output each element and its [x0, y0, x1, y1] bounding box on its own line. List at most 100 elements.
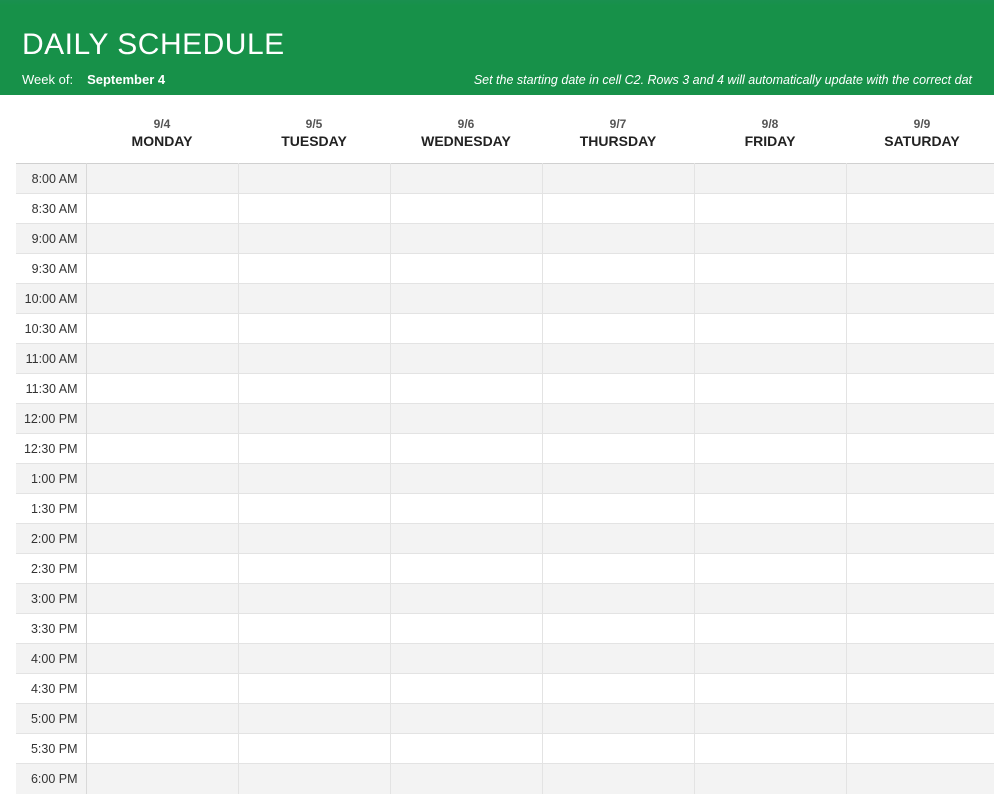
schedule-cell[interactable] — [694, 254, 846, 284]
schedule-cell[interactable] — [86, 464, 238, 494]
schedule-cell[interactable] — [390, 194, 542, 224]
schedule-cell[interactable] — [238, 614, 390, 644]
schedule-cell[interactable] — [542, 524, 694, 554]
schedule-cell[interactable] — [846, 224, 994, 254]
schedule-cell[interactable] — [694, 704, 846, 734]
schedule-cell[interactable] — [542, 494, 694, 524]
schedule-cell[interactable] — [238, 374, 390, 404]
schedule-cell[interactable] — [846, 164, 994, 194]
schedule-cell[interactable] — [846, 254, 994, 284]
schedule-cell[interactable] — [238, 494, 390, 524]
schedule-cell[interactable] — [694, 644, 846, 674]
schedule-cell[interactable] — [542, 194, 694, 224]
schedule-cell[interactable] — [694, 224, 846, 254]
schedule-cell[interactable] — [390, 374, 542, 404]
schedule-cell[interactable] — [542, 164, 694, 194]
schedule-cell[interactable] — [390, 554, 542, 584]
schedule-cell[interactable] — [846, 644, 994, 674]
schedule-cell[interactable] — [238, 314, 390, 344]
schedule-cell[interactable] — [238, 224, 390, 254]
schedule-cell[interactable] — [542, 614, 694, 644]
schedule-cell[interactable] — [86, 374, 238, 404]
schedule-cell[interactable] — [542, 734, 694, 764]
schedule-cell[interactable] — [542, 374, 694, 404]
schedule-cell[interactable] — [846, 344, 994, 374]
schedule-cell[interactable] — [542, 224, 694, 254]
schedule-cell[interactable] — [694, 554, 846, 584]
schedule-cell[interactable] — [694, 584, 846, 614]
schedule-cell[interactable] — [86, 224, 238, 254]
schedule-cell[interactable] — [86, 524, 238, 554]
schedule-cell[interactable] — [390, 734, 542, 764]
schedule-cell[interactable] — [542, 314, 694, 344]
schedule-cell[interactable] — [694, 164, 846, 194]
schedule-cell[interactable] — [542, 254, 694, 284]
schedule-cell[interactable] — [390, 494, 542, 524]
schedule-cell[interactable] — [86, 704, 238, 734]
schedule-cell[interactable] — [390, 434, 542, 464]
schedule-cell[interactable] — [694, 404, 846, 434]
schedule-cell[interactable] — [390, 344, 542, 374]
schedule-cell[interactable] — [694, 524, 846, 554]
schedule-cell[interactable] — [238, 194, 390, 224]
schedule-cell[interactable] — [86, 314, 238, 344]
schedule-cell[interactable] — [542, 554, 694, 584]
schedule-cell[interactable] — [238, 734, 390, 764]
schedule-cell[interactable] — [390, 254, 542, 284]
schedule-cell[interactable] — [846, 284, 994, 314]
schedule-cell[interactable] — [86, 644, 238, 674]
schedule-cell[interactable] — [846, 734, 994, 764]
schedule-cell[interactable] — [390, 644, 542, 674]
schedule-cell[interactable] — [694, 464, 846, 494]
schedule-cell[interactable] — [390, 704, 542, 734]
schedule-cell[interactable] — [846, 194, 994, 224]
schedule-cell[interactable] — [694, 374, 846, 404]
schedule-cell[interactable] — [86, 344, 238, 374]
schedule-cell[interactable] — [238, 554, 390, 584]
schedule-cell[interactable] — [390, 524, 542, 554]
schedule-cell[interactable] — [542, 464, 694, 494]
schedule-cell[interactable] — [390, 284, 542, 314]
schedule-cell[interactable] — [846, 764, 994, 794]
schedule-cell[interactable] — [846, 404, 994, 434]
schedule-cell[interactable] — [390, 584, 542, 614]
schedule-cell[interactable] — [86, 194, 238, 224]
schedule-cell[interactable] — [86, 614, 238, 644]
schedule-cell[interactable] — [86, 734, 238, 764]
schedule-cell[interactable] — [846, 464, 994, 494]
schedule-cell[interactable] — [542, 584, 694, 614]
schedule-cell[interactable] — [390, 404, 542, 434]
schedule-cell[interactable] — [238, 644, 390, 674]
schedule-cell[interactable] — [238, 674, 390, 704]
schedule-cell[interactable] — [542, 674, 694, 704]
schedule-cell[interactable] — [86, 764, 238, 794]
schedule-cell[interactable] — [694, 344, 846, 374]
schedule-cell[interactable] — [238, 344, 390, 374]
schedule-cell[interactable] — [86, 254, 238, 284]
schedule-cell[interactable] — [694, 314, 846, 344]
schedule-cell[interactable] — [542, 344, 694, 374]
schedule-cell[interactable] — [694, 734, 846, 764]
schedule-cell[interactable] — [846, 314, 994, 344]
schedule-cell[interactable] — [238, 284, 390, 314]
schedule-cell[interactable] — [846, 584, 994, 614]
schedule-cell[interactable] — [390, 224, 542, 254]
schedule-cell[interactable] — [390, 314, 542, 344]
schedule-cell[interactable] — [390, 464, 542, 494]
schedule-cell[interactable] — [86, 584, 238, 614]
schedule-cell[interactable] — [390, 614, 542, 644]
schedule-cell[interactable] — [542, 704, 694, 734]
schedule-cell[interactable] — [846, 674, 994, 704]
schedule-cell[interactable] — [390, 674, 542, 704]
schedule-cell[interactable] — [694, 284, 846, 314]
schedule-cell[interactable] — [846, 704, 994, 734]
schedule-cell[interactable] — [86, 434, 238, 464]
schedule-cell[interactable] — [846, 434, 994, 464]
schedule-cell[interactable] — [694, 674, 846, 704]
schedule-cell[interactable] — [86, 554, 238, 584]
schedule-cell[interactable] — [238, 164, 390, 194]
schedule-cell[interactable] — [86, 164, 238, 194]
schedule-cell[interactable] — [86, 674, 238, 704]
schedule-cell[interactable] — [542, 284, 694, 314]
schedule-cell[interactable] — [846, 554, 994, 584]
